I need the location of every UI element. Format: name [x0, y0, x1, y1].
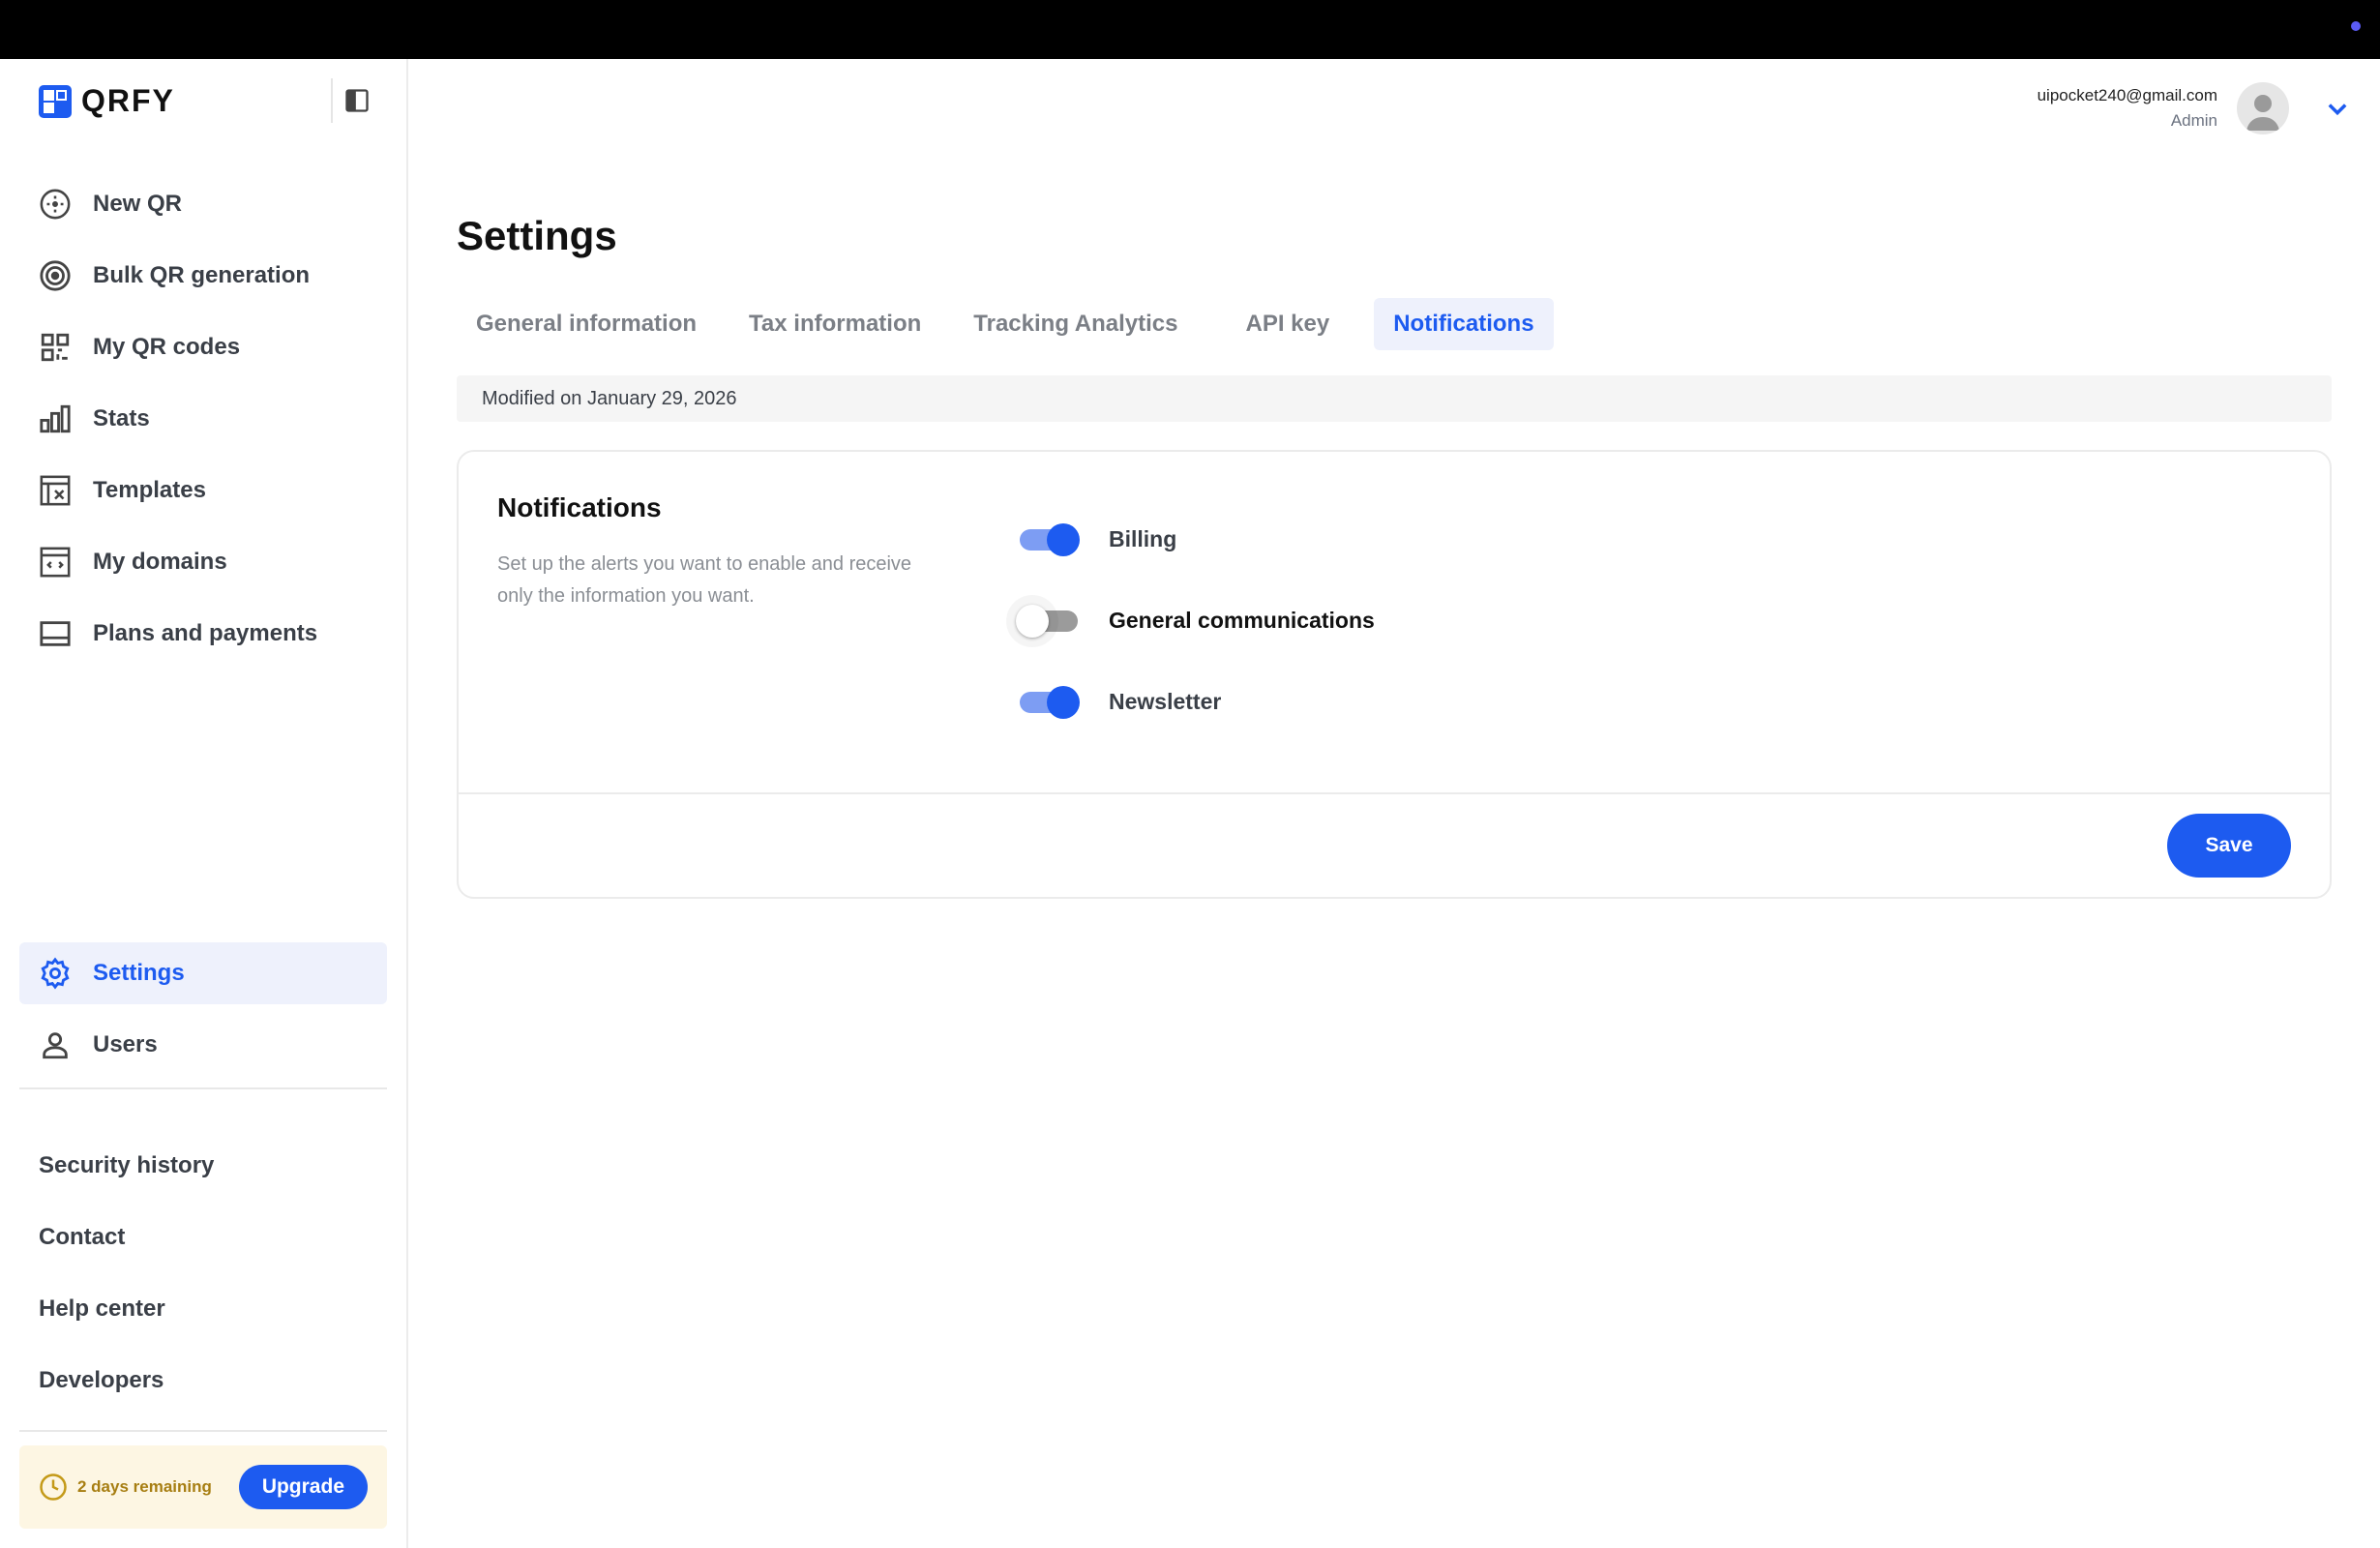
- sidebar-item-label: My domains: [93, 549, 227, 575]
- card-description: Set up the alerts you want to enable and…: [497, 553, 912, 607]
- chevron-down-icon[interactable]: [2324, 95, 2351, 122]
- sidebar-item-label: Stats: [93, 405, 150, 432]
- toggle-label: General communications: [1109, 607, 1375, 633]
- sidebar-item-settings[interactable]: Settings: [19, 942, 387, 1004]
- sidebar-item-label: Bulk QR generation: [93, 262, 311, 288]
- target-icon: [40, 260, 71, 291]
- trial-banner: 2 days remaining Upgrade: [19, 1445, 387, 1529]
- logo-mark-icon: [39, 84, 72, 118]
- sidebar-collapse-button[interactable]: [331, 78, 381, 123]
- gear-icon: [41, 957, 70, 990]
- avatar[interactable]: [2237, 82, 2289, 134]
- secondary-nav: Settings Users: [19, 942, 387, 1089]
- sidebar-divider: [19, 1430, 387, 1432]
- sidebar-item-users[interactable]: Users: [19, 1014, 387, 1076]
- toggle-label: Newsletter: [1109, 688, 1222, 714]
- sidebar-item-label: Plans and payments: [93, 620, 318, 646]
- developers-link[interactable]: Developers: [19, 1345, 387, 1416]
- sidebar-item-templates[interactable]: Templates: [19, 460, 387, 521]
- clock-icon: [40, 1474, 67, 1501]
- user-role: Admin: [2170, 111, 2217, 130]
- help-center-link[interactable]: Help center: [19, 1273, 387, 1345]
- card-icon: [40, 621, 71, 646]
- toggle-row-billing: Billing: [1016, 498, 1375, 580]
- settings-tabs: General information Tax information Trac…: [457, 298, 1567, 350]
- sidebar-item-new-qr[interactable]: New QR: [19, 173, 387, 235]
- trial-remaining-text: 2 days remaining: [77, 1477, 212, 1496]
- qr-code-icon: [41, 333, 70, 362]
- user-email: uipocket240@gmail.com: [2037, 86, 2217, 104]
- security-history-link[interactable]: Security history: [19, 1130, 387, 1202]
- sidebar-item-label: New QR: [93, 191, 183, 217]
- app-name: QRFY: [81, 83, 175, 118]
- tab-api-key[interactable]: API key: [1226, 298, 1349, 350]
- sidebar-item-plans-and-payments[interactable]: Plans and payments: [19, 603, 387, 665]
- tab-general-information[interactable]: General information: [457, 298, 716, 350]
- sidebar-item-label: Templates: [93, 477, 206, 503]
- sidebar-toggle-icon: [345, 89, 369, 112]
- toggle-label: Billing: [1109, 525, 1177, 551]
- card-title: Notifications: [497, 492, 662, 522]
- tab-tracking-analytics[interactable]: Tracking Analytics: [954, 298, 1197, 350]
- sidebar: QRFY New QR Bulk QR generation My QR cod…: [0, 59, 408, 1548]
- status-dot: [2351, 21, 2361, 31]
- page-title: Settings: [457, 213, 617, 258]
- sidebar-divider: [19, 1087, 387, 1089]
- avatar-icon: [2246, 95, 2279, 131]
- template-icon: [40, 475, 71, 506]
- bar-chart-icon: [40, 404, 71, 433]
- general-communications-toggle[interactable]: [1016, 601, 1084, 640]
- sidebar-links: Security history Contact Help center Dev…: [19, 1130, 387, 1432]
- tab-tax-information[interactable]: Tax information: [729, 298, 940, 350]
- toggle-row-newsletter: Newsletter: [1016, 661, 1375, 742]
- sidebar-item-my-domains[interactable]: My domains: [19, 531, 387, 593]
- card-divider: [459, 792, 2330, 794]
- tab-notifications[interactable]: Notifications: [1374, 298, 1554, 350]
- save-button[interactable]: Save: [2167, 814, 2291, 878]
- system-top-bar: [0, 0, 2380, 59]
- billing-toggle[interactable]: [1016, 520, 1084, 558]
- app-logo[interactable]: QRFY: [39, 83, 175, 119]
- sidebar-item-label: My QR codes: [93, 334, 241, 360]
- sidebar-item-my-qr-codes[interactable]: My QR codes: [19, 316, 387, 378]
- user-info: uipocket240@gmail.com Admin: [2038, 86, 2217, 131]
- sidebar-item-bulk-qr[interactable]: Bulk QR generation: [19, 245, 387, 307]
- notifications-card: Notifications Set up the alerts you want…: [457, 450, 2332, 899]
- sidebar-item-label: Users: [93, 1031, 158, 1057]
- newsletter-toggle[interactable]: [1016, 682, 1084, 721]
- user-menu[interactable]: uipocket240@gmail.com Admin: [2038, 82, 2351, 134]
- toggle-row-general-communications: General communications: [1016, 580, 1375, 661]
- contact-link[interactable]: Contact: [19, 1202, 387, 1273]
- domain-icon: [40, 547, 71, 578]
- user-icon: [43, 1032, 68, 1059]
- sidebar-item-label: Settings: [93, 960, 185, 986]
- notification-toggles: Billing General communications Newslette…: [1016, 498, 1375, 742]
- upgrade-button[interactable]: Upgrade: [238, 1465, 368, 1509]
- modified-date-bar: Modified on January 29, 2026: [457, 375, 2332, 422]
- primary-nav: New QR Bulk QR generation My QR codes St…: [19, 173, 387, 674]
- sidebar-item-stats[interactable]: Stats: [19, 388, 387, 450]
- plus-circle-icon: [40, 189, 71, 220]
